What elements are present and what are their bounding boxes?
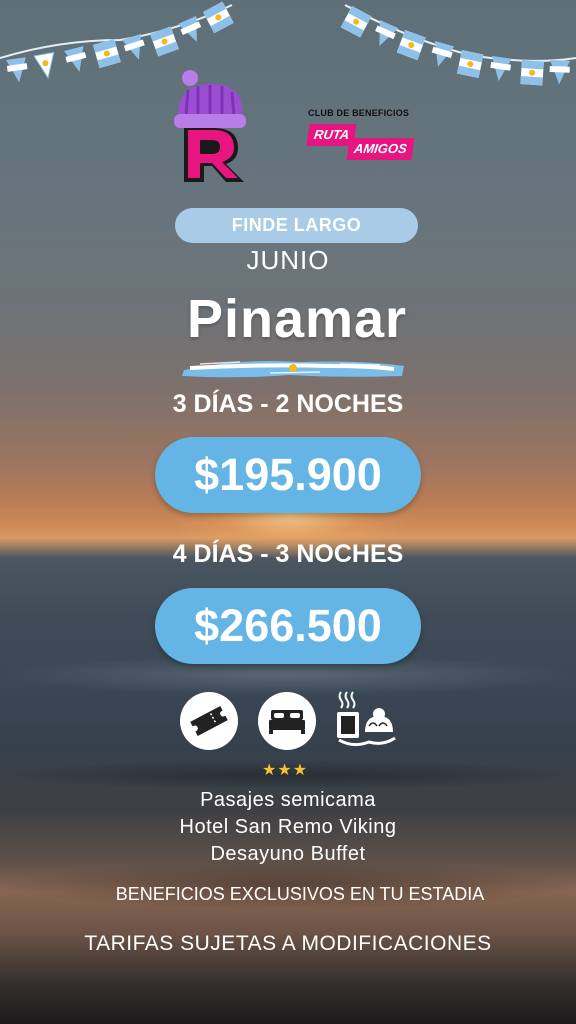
destination-title: Pinamar: [186, 289, 408, 349]
flag-bunting: [0, 1, 576, 86]
package-price: $195.900: [155, 437, 421, 513]
ticket-icon: [180, 692, 238, 750]
amenity-item: Pasajes semicama: [200, 789, 376, 811]
benefits-note: BENEFICIOS EXCLUSIVOS EN TU ESTADIA: [115, 884, 485, 904]
hotel-rating-stars: ★★★: [262, 762, 309, 779]
package-duration: 3 DÍAS - 2 NOCHES: [172, 390, 404, 418]
package-price: $266.500: [155, 588, 421, 664]
club-logo: CLUB DE BENEFICIOS RUTA AMIGOS: [300, 104, 430, 170]
bed-icon: [258, 692, 316, 750]
amenity-item: Desayuno Buffet: [210, 843, 366, 865]
breakfast-icon: [337, 691, 396, 747]
amenity-item: Hotel San Remo Viking: [179, 816, 397, 838]
club-tag-amigos: AMIGOS: [346, 138, 415, 160]
r-logo: [174, 70, 246, 182]
month-label: JUNIO: [246, 245, 330, 275]
finde-largo-badge: FINDE LARGO: [175, 208, 418, 243]
promo-poster: CLUB DE BENEFICIOS RUTA AMIGOS FINDE LAR…: [0, 0, 576, 1024]
disclaimer-note: TARIFAS SUJETAS A MODIFICACIONES: [84, 932, 492, 955]
flag-brush-stroke: [182, 361, 404, 378]
club-title: CLUB DE BENEFICIOS: [308, 108, 410, 118]
package-duration: 4 DÍAS - 3 NOCHES: [172, 540, 404, 568]
